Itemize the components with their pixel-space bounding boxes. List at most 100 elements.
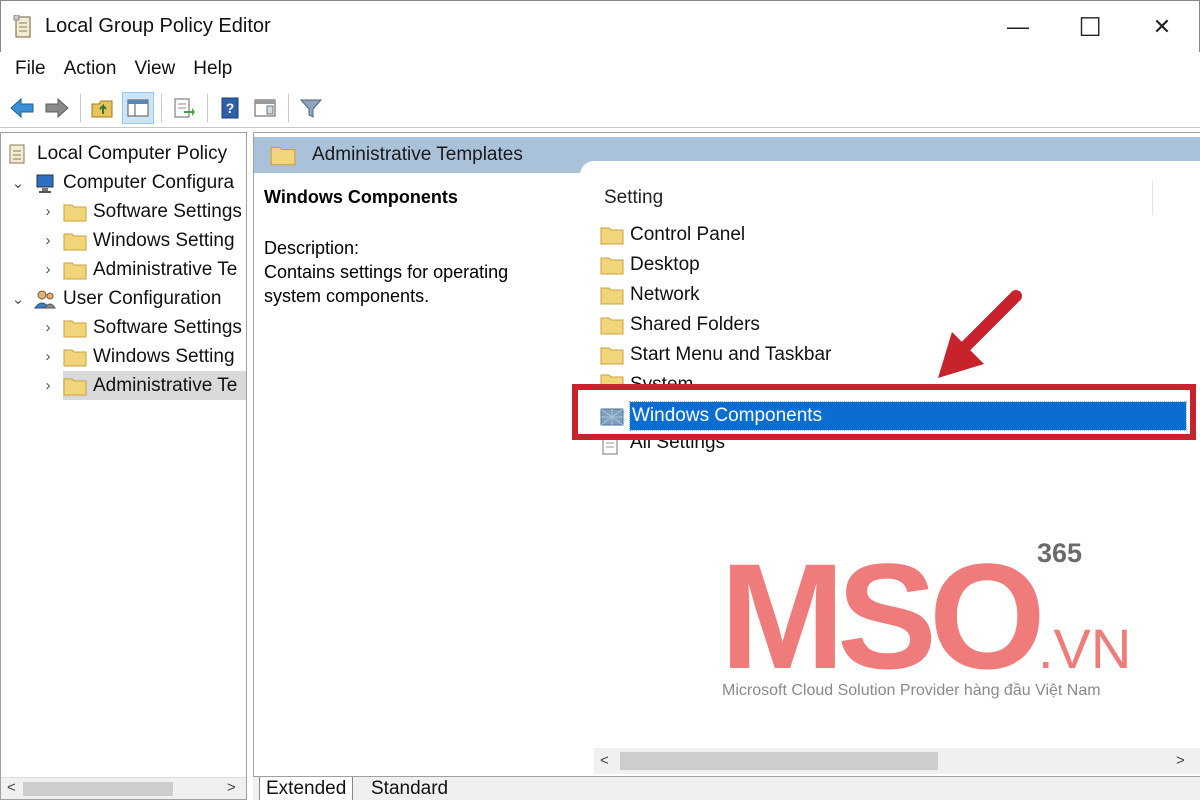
list-item-label: Network [630,284,700,305]
description-title: Windows Components [264,187,458,207]
folder-icon [600,224,624,246]
list-horizontal-scrollbar[interactable]: < > [594,748,1200,774]
tree-item-label: Software Settings [93,316,242,338]
tree-item-administrative-templates[interactable]: › Administrative Te [39,255,238,284]
toolbar-separator [161,93,162,122]
tab-extended[interactable]: Extended [259,777,354,800]
tree-item-software-settings[interactable]: › Software Settings [39,313,242,342]
header-title: Administrative Templates [312,144,523,165]
folder-icon [600,314,624,336]
folder-icon [600,284,624,306]
list-item-shared-folders[interactable]: Shared Folders [600,311,760,339]
folder-icon [63,375,87,397]
close-button[interactable]: ✕ [1127,1,1197,53]
tree-item-label: Administrative Te [93,374,238,396]
window-title: Local Group Policy Editor [45,15,271,37]
up-folder-icon [91,100,113,117]
menu-view[interactable]: View [125,58,184,80]
minimize-icon: — [1007,14,1029,39]
filter-button[interactable] [295,92,327,124]
menu-action[interactable]: Action [55,58,126,80]
folder-icon [63,317,87,339]
tree-item-local-computer-policy[interactable]: Local Computer Policy [7,139,227,168]
back-button[interactable] [6,92,38,124]
watermark-logo-text: MSO [720,540,1040,700]
chevron-right-icon[interactable]: › [39,377,57,394]
scroll-right-icon[interactable]: > [227,779,236,796]
properties-view-icon [254,99,276,116]
tree-item-software-settings[interactable]: › Software Settings [39,197,242,226]
tree-item-computer-configuration[interactable]: ⌄ Computer Configura [9,168,234,197]
tree-item-windows-settings[interactable]: › Windows Setting [39,342,235,371]
filter-icon [299,99,323,118]
list-item-label: Control Panel [630,224,746,245]
tree-item-windows-settings[interactable]: › Windows Setting [39,226,235,255]
description-text-line: Contains settings for operating [264,262,509,282]
watermark-badge: 365 [1037,538,1083,568]
tree-horizontal-scrollbar[interactable]: < > [1,777,246,799]
list-item-system[interactable]: System [600,371,693,385]
list-item-label: Shared Folders [630,314,760,335]
folder-icon [63,346,87,368]
list-item-label: Start Menu and Taskbar [630,344,832,365]
computer-icon [33,172,57,194]
forward-arrow-icon [45,97,69,118]
description-panel: Windows Components Description: Contains… [264,187,564,308]
scroll-left-icon[interactable]: < [7,779,16,796]
tab-standard[interactable]: Standard [365,777,454,800]
chevron-right-icon[interactable]: › [39,232,57,249]
chevron-down-icon[interactable]: ⌄ [9,174,27,192]
tree-item-label: Windows Setting [93,229,235,251]
tree-item-label: Local Computer Policy [37,142,228,164]
forward-button[interactable] [41,92,73,124]
show-hide-tree-icon [127,99,149,116]
scroll-right-icon[interactable]: > [1176,752,1185,769]
export-list-button[interactable] [168,92,200,124]
help-icon: ? [221,97,239,118]
tree-item-label: Software Settings [93,200,242,222]
show-hide-tree-button[interactable] [122,91,154,124]
up-one-level-button[interactable] [87,92,119,124]
menu-bar: File Action View Help [0,52,1200,86]
column-divider[interactable] [1152,181,1153,215]
list-item-network[interactable]: Network [600,281,700,309]
folder-icon [270,146,296,166]
console-tree[interactable]: Local Computer Policy ⌄ Computer Configu… [0,132,247,800]
scrollbar-thumb[interactable] [23,782,173,796]
column-header-setting[interactable]: Setting [604,187,663,209]
toolbar-separator [288,93,289,122]
help-button[interactable]: ? [214,92,246,124]
tree-item-administrative-templates-selected[interactable]: › Administrative Te [39,371,246,400]
watermark-tagline: Microsoft Cloud Solution Provider hàng đ… [722,682,1101,699]
description-label: Description: [264,238,360,258]
policy-document-icon [7,143,31,165]
tree-item-label: Computer Configura [63,171,235,193]
tree-item-label: Administrative Te [93,258,238,280]
chevron-right-icon[interactable]: › [39,319,57,336]
properties-view-button[interactable] [249,92,281,124]
minimize-button[interactable]: — [983,1,1053,53]
red-arrow-annotation [938,290,1022,378]
scroll-left-icon[interactable]: < [600,752,609,769]
chevron-right-icon[interactable]: › [39,261,57,278]
chevron-right-icon[interactable]: › [39,348,57,365]
menu-help[interactable]: Help [184,58,241,80]
maximize-icon: ☐ [1078,11,1102,42]
tree-item-user-configuration[interactable]: ⌄ User Configuration [9,284,222,313]
list-item-start-menu-and-taskbar[interactable]: Start Menu and Taskbar [600,341,831,369]
toolbar-separator [80,93,81,122]
menu-file[interactable]: File [6,58,55,80]
chevron-right-icon[interactable]: › [39,203,57,220]
svg-text:?: ? [226,100,235,116]
watermark-suffix: .VN [1038,617,1131,680]
export-list-icon [174,98,195,117]
list-item-desktop[interactable]: Desktop [600,251,700,279]
maximize-button[interactable]: ☐ [1055,1,1125,53]
scrollbar-thumb[interactable] [620,752,938,770]
list-item-control-panel[interactable]: Control Panel [600,221,745,249]
folder-icon [600,344,624,366]
chevron-down-icon[interactable]: ⌄ [9,290,27,308]
close-icon: ✕ [1152,14,1172,39]
title-bar: Local Group Policy Editor — ☐ ✕ [0,0,1200,52]
tree-item-label: Windows Setting [93,345,235,367]
